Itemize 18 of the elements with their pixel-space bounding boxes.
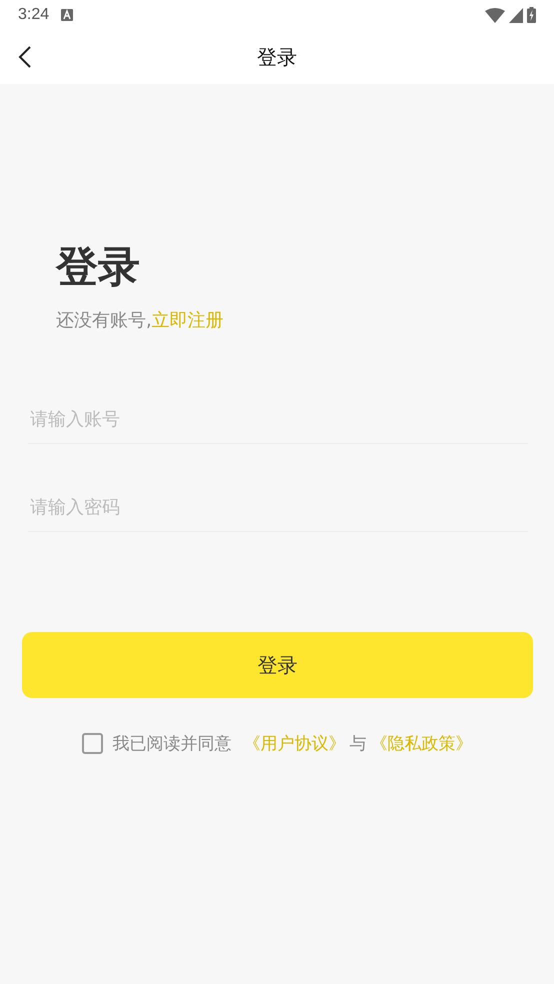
back-icon bbox=[18, 45, 32, 69]
register-prompt: 还没有账号, bbox=[56, 309, 152, 332]
input-field[interactable]: 请输入密码 bbox=[28, 484, 528, 532]
status-time: 3:24 bbox=[18, 6, 50, 24]
privacy-policy-link[interactable]: 《隐私政策》 bbox=[370, 732, 472, 755]
signal-icon bbox=[509, 8, 523, 22]
keyboard-icon bbox=[61, 9, 74, 21]
wifi-icon bbox=[485, 8, 505, 22]
user-agreement-link[interactable]: 《用户协议》 bbox=[244, 732, 346, 755]
login-heading: 登录 bbox=[56, 242, 141, 292]
page-title: 登录 bbox=[257, 44, 297, 70]
login-button[interactable]: 登录 bbox=[22, 632, 533, 698]
input-field[interactable]: 请输入账号 bbox=[28, 396, 528, 444]
agreement-joiner: 与 bbox=[350, 733, 366, 755]
agreement-checkbox[interactable] bbox=[82, 733, 102, 754]
register-link[interactable]: 立即注册 bbox=[152, 308, 224, 332]
battery-icon bbox=[527, 7, 536, 23]
agreement-text: 我已阅读并同意 bbox=[112, 733, 232, 755]
